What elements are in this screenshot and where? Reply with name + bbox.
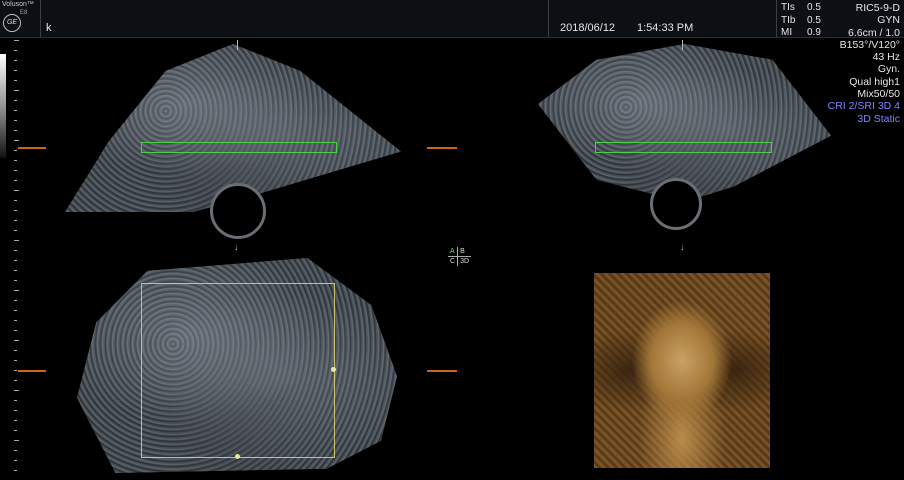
depth-tick <box>14 430 17 431</box>
roi-box-a[interactable] <box>141 142 337 153</box>
depth-tick <box>14 420 17 421</box>
depth-tick <box>14 220 17 221</box>
depth-tick <box>14 210 17 211</box>
cri-label: CRI 2/SRI 3D 4 <box>827 100 900 113</box>
probe-footprint-icon <box>650 178 702 230</box>
quality-label: Qual high1 <box>849 75 900 88</box>
quadrant-d[interactable]: 3D <box>458 257 471 267</box>
probe-label: RIC5-9-D <box>855 2 900 14</box>
depth-tick <box>14 330 17 331</box>
preset-label: GYN <box>877 14 900 27</box>
depth-tick <box>14 470 17 471</box>
quadrant-a[interactable]: A <box>448 247 459 257</box>
depth-tick <box>14 200 17 201</box>
depth-tick <box>14 380 17 381</box>
depth-tick <box>14 90 19 91</box>
orange-position-marker-icon <box>427 147 457 149</box>
depth-tick <box>14 300 17 301</box>
depth-tick <box>14 460 17 461</box>
depth-scale <box>14 40 22 480</box>
imaging-settings-panel: RIC5-9-D GYN 6.6cm / 1.0 B153°/V120° 43 … <box>828 2 900 125</box>
depth-tick <box>14 390 19 391</box>
depth-tick <box>14 110 17 111</box>
depth-tick <box>14 190 19 191</box>
thermal-index-panel: TIs 0.5 TIb 0.5 MI 0.9 <box>781 2 821 38</box>
application-label: Gyn. <box>877 63 900 76</box>
quadrant-indicator[interactable]: A B C 3D <box>448 247 472 267</box>
depth-tick <box>14 410 17 411</box>
depth-tick <box>14 400 17 401</box>
quadrant-b[interactable]: B <box>457 247 472 257</box>
depth-tick <box>14 150 17 151</box>
depth-tick <box>14 240 19 241</box>
pane-d-3d-render[interactable] <box>594 273 770 468</box>
depth-tick <box>14 370 17 371</box>
exam-time: 1:54:33 PM <box>637 22 694 34</box>
depth-tick <box>14 310 17 311</box>
center-line-a <box>237 40 238 50</box>
acquisition-label: 3D Static <box>857 112 900 125</box>
depth-tick <box>14 320 17 321</box>
depth-tick <box>14 280 17 281</box>
depth-tick <box>14 170 17 171</box>
quadrant-c[interactable]: C <box>448 256 459 266</box>
depth-tick <box>14 450 17 451</box>
pane-b-transverse-view[interactable] <box>538 44 831 202</box>
top-status-bar <box>0 0 904 38</box>
ge-logo: GE <box>3 14 21 32</box>
grayscale-bar <box>0 54 6 158</box>
depth-tick <box>14 350 17 351</box>
depth-tick <box>14 270 17 271</box>
depth-tick <box>14 120 17 121</box>
depth-tick <box>14 250 17 251</box>
probe-footprint-icon <box>210 183 266 239</box>
angle-label: B153°/V120° <box>839 38 900 51</box>
exam-date: 2018/06/12 <box>560 22 616 34</box>
roi-box-c[interactable] <box>141 283 335 458</box>
depth-tick <box>14 130 17 131</box>
depth-tick <box>14 290 19 291</box>
down-arrow-icon: ↓ <box>680 242 685 252</box>
orange-position-marker-icon <box>18 370 46 372</box>
depth-tick <box>14 40 19 41</box>
depth-tick <box>14 230 17 231</box>
roi-handle[interactable] <box>235 454 240 459</box>
depth-tick <box>14 140 19 141</box>
depth-label: 6.6cm / 1.0 <box>848 26 900 39</box>
depth-tick <box>14 60 17 61</box>
depth-tick <box>14 70 17 71</box>
down-arrow-icon: ↓ <box>234 242 239 252</box>
depth-tick <box>14 360 17 361</box>
mode-label: k <box>46 22 52 34</box>
depth-tick <box>14 50 17 51</box>
depth-tick <box>14 160 17 161</box>
depth-tick <box>14 440 19 441</box>
frequency-label: 43 Hz <box>872 51 900 64</box>
orange-position-marker-icon <box>18 147 46 149</box>
depth-tick <box>14 100 17 101</box>
center-line-b <box>682 40 683 50</box>
depth-tick <box>14 340 19 341</box>
roi-box-b[interactable] <box>595 142 772 153</box>
depth-tick <box>14 180 17 181</box>
roi-handle[interactable] <box>331 367 336 372</box>
depth-tick <box>14 260 17 261</box>
mix-label: Mix50/50 <box>857 88 900 101</box>
orange-position-marker-icon <box>427 370 457 372</box>
depth-tick <box>14 80 17 81</box>
